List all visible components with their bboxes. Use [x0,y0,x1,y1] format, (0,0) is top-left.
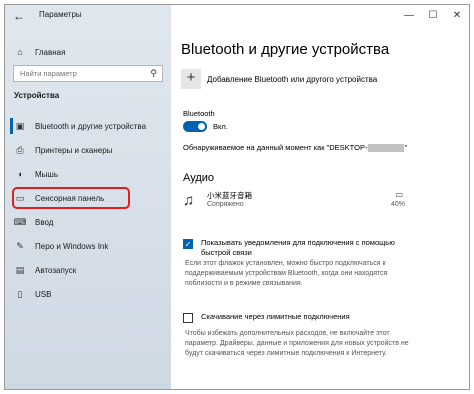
active-indicator [10,118,13,134]
add-device-label[interactable]: Добавление Bluetooth или другого устройс… [207,75,377,84]
title-bar: ← Параметры — ☐ ✕ [5,5,469,27]
toggle-state-label: Вкл. [213,122,228,131]
sidebar-item-label: USB [35,289,52,299]
section-title: Устройства [14,91,60,100]
home-icon: ⌂ [17,47,23,57]
sidebar-item-label: Bluetooth и другие устройства [35,121,147,131]
speaker-icon: ♫ [183,192,195,209]
sidebar-item-label: Ввод [35,217,54,227]
notify-checkbox[interactable]: ✓ [183,239,193,249]
usb-icon: ▯ [17,288,23,299]
search-input[interactable]: Найти параметр ⚲ [13,65,163,82]
sidebar-item-usb[interactable]: ▯ USB [5,283,171,305]
sidebar-item-mouse[interactable]: ◖ Мышь [5,163,171,185]
notify-description: Если этот флажок установлен, можно быстр… [185,260,388,287]
search-icon[interactable]: ⚲ [150,68,157,79]
battery-percent: 40% [390,201,405,208]
sidebar-item-printers[interactable]: ⎙ Принтеры и сканеры [5,139,171,161]
sidebar-item-label: Автозапуск [35,265,77,275]
notify-checkbox-label[interactable]: Показывать уведомления для подключения с… [201,238,421,258]
audio-section-title: Аудио [183,172,215,184]
printer-icon: ⎙ [16,144,24,155]
sidebar-item-bluetooth[interactable]: ▣ Bluetooth и другие устройства [5,115,171,137]
discoverable-prefix: Обнаруживаемое на данный момент как "DES… [183,143,368,152]
discoverable-text: Обнаруживаемое на данный момент как "DES… [183,143,408,153]
mouse-icon: ◖ [17,169,23,179]
arrow-left-icon[interactable]: ← [11,8,27,24]
minimize-button[interactable]: — [397,5,421,27]
sidebar-item-input[interactable]: ⌨ Ввод [5,211,171,233]
app-title: Параметры [39,10,82,19]
toggle-knob [198,123,205,130]
sidebar-item-label: Принтеры и сканеры [35,145,113,155]
discoverable-suffix: " [404,143,408,152]
device-status: Сопряжено [207,201,244,208]
battery-icon: ▭ [395,190,403,199]
device-name: 小米蓝牙音箱 [207,191,252,200]
pen-icon: ✎ [16,240,24,251]
add-device-button[interactable]: + [181,69,201,89]
main-content: Bluetooth и другие устройства + Добавлен… [171,27,469,389]
sidebar-item-label: Мышь [35,169,58,179]
sidebar: ⌂ Главная Найти параметр ⚲ Устройства ▣ … [5,27,171,389]
redacted-name [368,144,405,153]
metered-checkbox-label[interactable]: Скачивание через лимитные подключения [201,312,421,322]
maximize-button[interactable]: ☐ [421,5,445,27]
sidebar-item-home[interactable]: ⌂ Главная [5,41,171,63]
search-placeholder: Найти параметр [20,69,77,78]
bluetooth-toggle[interactable] [183,121,207,132]
settings-window: ← Параметры — ☐ ✕ ⌂ Главная Найти параме… [4,4,470,390]
audio-device-item[interactable]: ♫ 小米蓝牙音箱 Сопряжено ▭ 40% [183,189,409,213]
metered-checkbox[interactable] [183,313,193,323]
sidebar-item-pen[interactable]: ✎ Перо и Windows Ink [5,235,171,257]
title-bar-left: ← Параметры [5,5,171,27]
metered-description: Чтобы избежать дополнительных расходов, … [185,330,409,357]
bluetooth-label: Bluetooth [183,109,215,118]
sidebar-home-label: Главная [35,47,66,57]
close-button[interactable]: ✕ [445,5,469,27]
sidebar-item-autoplay[interactable]: ▤ Автозапуск [5,259,171,281]
page-title: Bluetooth и другие устройства [181,41,390,58]
highlight-box [12,187,130,209]
autoplay-icon: ▤ [15,264,25,275]
sidebar-item-label: Перо и Windows Ink [35,241,109,251]
keyboard-icon: ⌨ [13,216,27,227]
window-controls: — ☐ ✕ [397,5,469,27]
